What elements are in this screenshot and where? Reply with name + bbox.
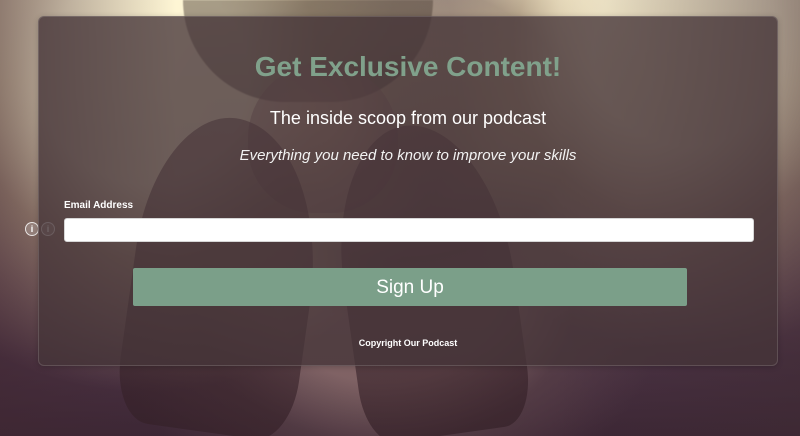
email-field[interactable] — [64, 218, 754, 242]
email-label: Email Address — [64, 200, 134, 211]
tagline-text: Everything you need to know to improve y… — [239, 147, 577, 164]
page-title: Get Exclusive Content! — [254, 51, 562, 82]
signup-panel: Get Exclusive Content! The inside scoop … — [38, 16, 778, 366]
background-hero: i i Get Exclusive Content! The inside sc… — [0, 0, 800, 436]
sign-up-button[interactable]: Sign Up — [133, 268, 687, 306]
copyright-text: Copyright Our Podcast — [358, 338, 458, 348]
info-icon[interactable]: i — [25, 222, 39, 236]
subtitle-text: The inside scoop from our podcast — [269, 108, 547, 128]
